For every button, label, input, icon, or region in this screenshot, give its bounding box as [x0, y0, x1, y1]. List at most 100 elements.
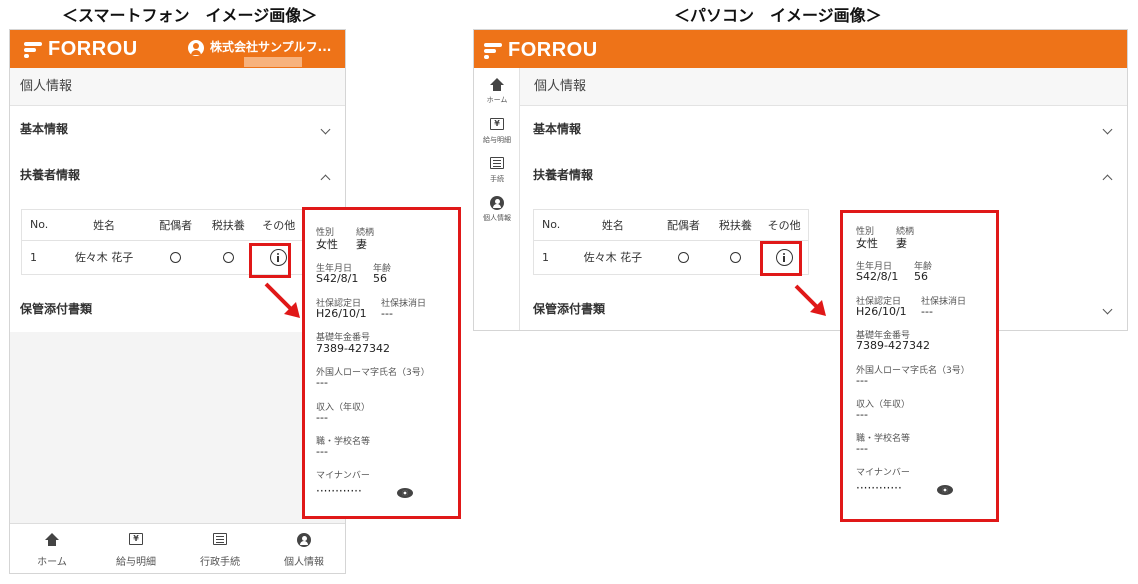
bottom-nav: ホーム ¥ 給与明細 行政手続 個人情報	[10, 523, 345, 573]
nav-home[interactable]: ホーム	[10, 524, 94, 573]
col-name: 姓名	[59, 210, 149, 241]
chevron-down-icon	[320, 124, 331, 135]
insurance-start-value: H26/10/1	[856, 305, 907, 318]
gender-value: 女性	[316, 238, 338, 251]
age-value: 56	[914, 270, 928, 283]
side-nav-home-label: ホーム	[486, 96, 508, 104]
birth-value: S42/8/1	[316, 272, 359, 285]
insurance-end-value: ---	[921, 305, 933, 318]
nav-personal-info-label: 個人情報	[284, 557, 324, 568]
side-nav-procedures[interactable]: 手続	[474, 157, 520, 197]
pc-col-name: 姓名	[569, 210, 657, 241]
chevron-up-icon	[1102, 174, 1113, 185]
redacted-username	[244, 57, 302, 67]
pc-side-nav: ホーム ¥ 給与明細 手続 個人情報	[474, 68, 520, 330]
spouse-circle-icon	[170, 252, 182, 264]
pc-arrow-icon	[794, 284, 826, 316]
phone-dependent-detail: 性別 続柄 女性 妻 生年月日 年齢 S42/8/1 56 社保認定日 社保抹消…	[302, 207, 461, 519]
col-spouse: 配偶者	[148, 210, 203, 241]
insurance-end-value: ---	[381, 307, 393, 320]
birth-value: S42/8/1	[856, 270, 899, 283]
phone-caption: ＜スマートフォン イメージ画像＞	[62, 6, 318, 25]
tax-dependent-circle-icon	[222, 252, 234, 264]
spouse-circle-icon	[677, 252, 689, 264]
pc-col-other: その他	[760, 210, 808, 241]
pc-forrou-logo-icon	[484, 42, 502, 60]
nav-personal-info[interactable]: 個人情報	[262, 524, 345, 573]
yen-icon: ¥	[490, 118, 504, 130]
chevron-up-icon	[320, 174, 331, 185]
pc-row-no: 1	[542, 250, 549, 264]
person-icon	[297, 533, 311, 547]
nav-procedures-label: 行政手続	[200, 557, 240, 568]
table-header-row: No. 姓名 配偶者 税扶養 その他	[22, 210, 304, 241]
eye-icon[interactable]	[397, 488, 413, 498]
eye-icon[interactable]	[937, 485, 953, 495]
nav-payslip-label: 給与明細	[116, 557, 156, 568]
pc-col-spouse: 配偶者	[656, 210, 711, 241]
section-dependents-label: 扶養者情報	[20, 168, 81, 182]
forrou-logo[interactable]: FORROU	[24, 38, 138, 61]
col-other: その他	[253, 210, 304, 241]
nav-home-label: ホーム	[37, 557, 67, 568]
pc-info-highlight-box	[760, 241, 802, 276]
pc-dependent-detail: 性別 続柄 女性 妻 生年月日 年齢 S42/8/1 56 社保認定日 社保抹消…	[840, 210, 999, 522]
list-icon	[213, 533, 227, 545]
foreign-name-value: ---	[316, 376, 328, 389]
school-value: ---	[316, 445, 328, 458]
pc-col-tax-dependent: 税扶養	[710, 210, 761, 241]
pc-caption: ＜パソコン イメージ画像＞	[674, 6, 882, 25]
side-nav-personal-info[interactable]: 個人情報	[474, 196, 520, 236]
nav-payslip[interactable]: ¥ 給与明細	[94, 524, 178, 573]
mynumber-label: マイナンバー	[316, 471, 370, 481]
mynumber-label: マイナンバー	[856, 468, 910, 478]
user-menu[interactable]: 株式会社サンプルフ...	[188, 38, 331, 67]
pc-section-dependents-label: 扶養者情報	[533, 168, 594, 182]
list-icon	[490, 157, 504, 169]
info-highlight-box	[249, 243, 291, 278]
section-basic-info-label: 基本情報	[20, 122, 69, 136]
pc-row-name: 佐々木 花子	[583, 251, 643, 265]
table-header-row: No. 姓名 配偶者 税扶養 その他	[534, 210, 808, 241]
page-title: 個人情報	[10, 68, 345, 106]
pc-section-basic-info[interactable]: 基本情報	[520, 106, 1127, 152]
pc-logo-text: FORROU	[508, 39, 598, 61]
yen-icon: ¥	[129, 533, 143, 545]
pension-value: 7389-427342	[856, 339, 930, 352]
row-no: 1	[30, 250, 37, 264]
side-nav-personal-info-label: 個人情報	[483, 214, 511, 222]
insurance-start-value: H26/10/1	[316, 307, 367, 320]
phone-arrow-icon	[264, 282, 300, 318]
pc-section-basic-info-label: 基本情報	[533, 122, 582, 136]
col-tax-dependent: 税扶養	[202, 210, 254, 241]
relation-value: 妻	[356, 238, 367, 251]
side-nav-payslip[interactable]: ¥ 給与明細	[474, 118, 520, 158]
home-icon	[490, 78, 504, 92]
logo-text: FORROU	[48, 38, 138, 60]
pension-value: 7389-427342	[316, 342, 390, 355]
row-name: 佐々木 花子	[74, 251, 134, 265]
home-icon	[45, 533, 59, 547]
age-value: 56	[373, 272, 387, 285]
person-icon	[490, 196, 504, 210]
foreign-name-label: 外国人ローマ字氏名（3号）	[856, 366, 970, 376]
pc-col-no: No.	[534, 210, 570, 241]
col-no: No.	[22, 210, 60, 241]
school-value: ---	[856, 442, 868, 455]
chevron-down-icon	[1102, 304, 1113, 315]
app-header: FORROU 株式会社サンプルフ...	[10, 30, 345, 68]
income-value: ---	[856, 408, 868, 421]
section-dependents[interactable]: 扶養者情報	[10, 152, 345, 198]
section-attachments-label: 保管添付書類	[20, 302, 93, 316]
pc-section-dependents[interactable]: 扶養者情報	[520, 152, 1127, 198]
nav-procedures[interactable]: 行政手続	[178, 524, 262, 573]
pc-forrou-logo[interactable]: FORROU	[484, 39, 598, 62]
side-nav-home[interactable]: ホーム	[474, 78, 520, 118]
forrou-logo-icon	[24, 41, 42, 59]
section-basic-info[interactable]: 基本情報	[10, 106, 345, 152]
user-avatar-icon	[188, 40, 204, 56]
gender-value: 女性	[856, 237, 878, 250]
side-nav-procedures-label: 手続	[490, 175, 504, 183]
foreign-name-label: 外国人ローマ字氏名（3号）	[316, 368, 430, 378]
company-name: 株式会社サンプルフ...	[210, 40, 332, 54]
